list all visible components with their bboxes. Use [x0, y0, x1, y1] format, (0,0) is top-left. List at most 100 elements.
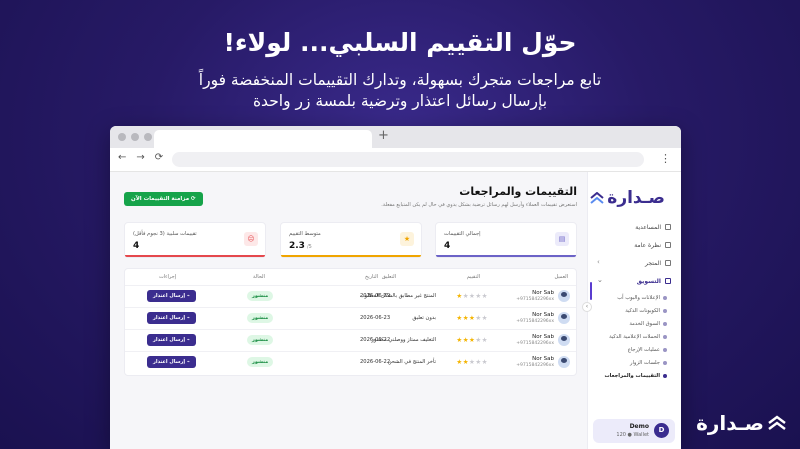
- star-icon: ★: [400, 232, 414, 246]
- send-apology-button[interactable]: ⌁ إرسال اعتذار: [147, 334, 196, 346]
- close-window-dot[interactable]: [118, 133, 126, 141]
- column-header-comment: التعليق: [381, 274, 396, 280]
- user-profile-card[interactable]: D Demo 120 ● Wallet: [593, 419, 675, 443]
- send-apology-button[interactable]: ⌁ إرسال اعتذار: [147, 312, 196, 324]
- avatar: [558, 290, 570, 302]
- forward-icon[interactable]: →: [136, 152, 144, 163]
- column-header-status: الحالة: [253, 274, 265, 280]
- back-icon[interactable]: ←: [118, 152, 126, 163]
- bullet-icon: [663, 321, 667, 326]
- new-tab-button[interactable]: +: [378, 128, 389, 143]
- rating-stars: ★★★★★: [456, 358, 488, 366]
- customer-name: Nor Sab: [532, 312, 554, 318]
- bottom-brand-logo: صـدارة: [696, 411, 786, 435]
- browser-tab-bar: +: [110, 126, 681, 148]
- promo-line-1: تابع مراجعات متجرك بسهولة، وتدارك التقيي…: [198, 71, 602, 89]
- address-bar-row: ← → ⟳ ⋮: [110, 148, 681, 172]
- send-apology-button[interactable]: ⌁ إرسال اعتذار: [147, 290, 196, 302]
- star-icon: ★: [481, 358, 488, 366]
- card-label: تقييمات سلبية (3 نجوم فأقل): [133, 231, 197, 237]
- grid-icon: [665, 242, 671, 248]
- sync-reviews-button[interactable]: ⟳ مزامنة التقييمات الآن: [124, 192, 203, 206]
- sidebar-subitem-popups[interactable]: الإعلانات والبوب أب: [593, 292, 667, 303]
- send-apology-button[interactable]: ⌁ إرسال اعتذار: [147, 356, 196, 368]
- sidebar-subitem-label: التقييمات والمراجعات: [604, 372, 660, 379]
- column-header-customer: العميل: [554, 274, 568, 280]
- customer-phone: +9715842296xx: [516, 297, 554, 302]
- bullet-icon: [663, 373, 667, 378]
- sidebar-item-label: التسويق: [636, 277, 661, 285]
- table-row: Nor Sab +9715842296xx ★★★★★ تأخر المنتج في …: [125, 351, 576, 373]
- sidebar-subitem-returns[interactable]: عمليات الإرجاع: [593, 344, 667, 355]
- minimize-window-dot[interactable]: [131, 133, 139, 141]
- avatar: [558, 334, 570, 346]
- app-page: صـدارة المساعدية نظرة عامة المتجر › التس…: [110, 172, 681, 449]
- page-subtitle: استعرض تقييمات العملاء وأرسل لهم رسائل ت…: [381, 202, 577, 208]
- browser-menu-icon[interactable]: ⋮: [660, 152, 671, 165]
- customer-phone: +9715842296xx: [516, 363, 554, 368]
- sidebar-item-label: المتجر: [645, 259, 661, 267]
- browser-window: + ← → ⟳ ⋮ صـدارة المساعدية نظرة عامة الم…: [110, 126, 681, 449]
- card-value: 4: [444, 241, 451, 251]
- average-rating-card: ★ متوسط التقييم 2.3/5: [280, 222, 422, 258]
- sidebar-subitem-reviews[interactable]: التقييمات والمراجعات: [593, 370, 667, 381]
- sidebar-item-assistant[interactable]: المساعدية: [593, 220, 673, 234]
- card-accent-bar: [436, 255, 576, 257]
- user-balance: 120 ● Wallet: [616, 432, 649, 438]
- sidebar-subitem-campaigns[interactable]: الحملات الإعلامية الذكية: [593, 331, 667, 342]
- sidebar-logo-text: صـدارة: [607, 188, 665, 208]
- chat-icon: ▤: [555, 232, 569, 246]
- star-icon: ★: [481, 292, 488, 300]
- sidebar-item-marketing[interactable]: التسويق ⌄: [593, 274, 673, 288]
- bullet-icon: [663, 334, 667, 339]
- sidebar-subitem-label: عمليات الإرجاع: [627, 346, 660, 353]
- browser-tab[interactable]: [154, 130, 372, 148]
- sidebar: صـدارة المساعدية نظرة عامة المتجر › التس…: [587, 172, 681, 449]
- column-header-date: التاريخ: [365, 274, 378, 280]
- user-name: Demo: [629, 423, 649, 430]
- card-value: 2.3/5: [289, 241, 312, 251]
- logo-chevrons-icon: [590, 192, 604, 204]
- customer-name: Nor Sab: [532, 290, 554, 296]
- card-accent-bar: [125, 255, 265, 257]
- column-header-rating: التقييم: [466, 274, 480, 280]
- promo-line-2: بإرسال رسائل اعتذار وترضية بلمسة زر واحد…: [252, 92, 548, 110]
- star-icon: ★: [481, 314, 488, 322]
- url-input[interactable]: [172, 152, 644, 167]
- rating-stars: ★★★★★: [456, 292, 488, 300]
- main-content: التقييمات والمراجعات استعرض تقييمات العم…: [124, 172, 577, 449]
- review-date: 2026-06-23: [360, 315, 391, 321]
- maximize-window-dot[interactable]: [144, 133, 152, 141]
- card-accent-bar: [281, 255, 421, 257]
- table-row: Nor Sab +9715842296xx ★★★★★ المنتج غير مطاب…: [125, 285, 576, 307]
- reload-icon[interactable]: ⟳: [155, 152, 163, 163]
- column-header-actions: إجراءات: [159, 274, 177, 280]
- avatar: [558, 312, 570, 324]
- table-row: Nor Sab +9715842296xx ★★★★★ بدون تعليق 2026-…: [125, 307, 576, 329]
- total-reviews-card: ▤ إجمالي التقييمات 4: [435, 222, 577, 258]
- sidebar-item-overview[interactable]: نظرة عامة: [593, 238, 673, 252]
- status-badge: منشور: [247, 291, 274, 301]
- chevron-down-icon: ⌄: [597, 276, 603, 284]
- rating-stars: ★★★★★: [456, 314, 488, 322]
- review-date: 2026-06-29: [360, 293, 391, 299]
- card-label: إجمالي التقييمات: [444, 231, 481, 237]
- card-label: متوسط التقييم: [289, 231, 321, 237]
- chevron-left-icon: ›: [597, 258, 600, 266]
- sidebar-subitem-sessions[interactable]: جلسات الزوار: [593, 357, 667, 368]
- bullet-icon: [663, 360, 667, 365]
- bullet-icon: [663, 347, 667, 352]
- customer-phone: +9715842296xx: [516, 341, 554, 346]
- sidebar-logo[interactable]: صـدارة: [590, 188, 665, 208]
- sidebar-subitem-label: السوق الخدمة: [629, 320, 660, 327]
- logo-chevrons-icon: [768, 415, 786, 430]
- sidebar-subitem-market[interactable]: السوق الخدمة: [593, 318, 667, 329]
- sidebar-item-label: نظرة عامة: [634, 241, 661, 249]
- sidebar-collapse-button[interactable]: ›: [582, 302, 592, 312]
- rating-stars: ★★★★★: [456, 336, 488, 344]
- sidebar-subitem-coupons[interactable]: الكوبونات الذكية: [593, 305, 667, 316]
- status-badge: منشور: [247, 335, 274, 345]
- page-title: التقييمات والمراجعات: [459, 185, 577, 198]
- star-icon: ★: [481, 336, 488, 344]
- sidebar-item-store[interactable]: المتجر ›: [593, 256, 673, 270]
